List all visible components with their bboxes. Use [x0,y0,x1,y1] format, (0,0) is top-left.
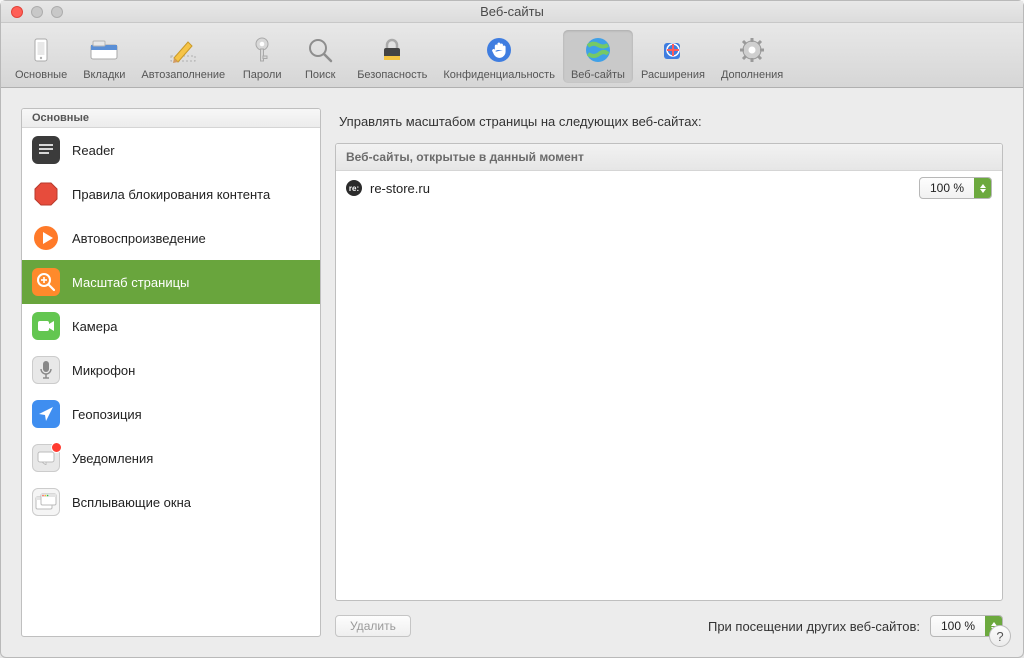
sidebar-item-camera[interactable]: Камера [22,304,320,348]
location-icon [32,400,60,428]
tab-passwords[interactable]: Пароли [233,30,291,83]
sidebar-item-notifications[interactable]: Уведомления [22,436,320,480]
sidebar-item-label: Уведомления [72,451,153,466]
tab-label: Расширения [641,69,705,81]
list-header: Веб-сайты, открытые в данный момент [336,144,1002,171]
lock-icon [376,34,408,66]
tab-label: Автозаполнение [141,69,225,81]
tab-label: Конфиденциальность [443,69,555,81]
titlebar: Веб-сайты [1,1,1023,23]
sidebar-header: Основные [22,109,320,128]
sidebar-item-label: Всплывающие окна [72,495,191,510]
main-panel: Управлять масштабом страницы на следующи… [335,108,1003,637]
tab-label: Пароли [243,69,282,81]
pencil-icon [167,34,199,66]
tabs-icon [88,34,120,66]
tab-privacy[interactable]: Конфиденциальность [435,30,563,83]
default-zoom-group: При посещении других веб-сайтов: 100 % [708,615,1003,637]
zoom-button[interactable] [51,6,63,18]
default-zoom-value: 100 % [931,619,985,633]
help-label: ? [996,629,1003,644]
popup-icon [32,488,60,516]
sidebar-item-label: Масштаб страницы [72,275,189,290]
websites-list: Веб-сайты, открытые в данный момент re: … [335,143,1003,601]
key-icon [246,34,278,66]
sidebar-item-label: Правила блокирования контента [72,187,270,202]
sidebar: Основные Reader Правила блокирования кон… [21,108,321,637]
tab-label: Поиск [305,69,335,81]
gear-icon [25,34,57,66]
microphone-icon [32,356,60,384]
site-info: re: re-store.ru [346,180,430,196]
preferences-window: Веб-сайты Основные Вкладки Автозаполнени… [0,0,1024,658]
zoom-value: 100 % [920,181,974,195]
tab-label: Дополнения [721,69,783,81]
camera-icon [32,312,60,340]
main-heading: Управлять масштабом страницы на следующи… [339,114,1003,129]
sidebar-item-content-blockers[interactable]: Правила блокирования контента [22,172,320,216]
default-zoom-label: При посещении других веб-сайтов: [708,619,920,634]
tab-extensions[interactable]: Расширения [633,30,713,83]
sidebar-item-label: Микрофон [72,363,135,378]
tab-advanced[interactable]: Дополнения [713,30,791,83]
traffic-lights [11,6,63,18]
delete-button[interactable]: Удалить [335,615,411,637]
stepper-icon [974,178,991,198]
sidebar-item-autoplay[interactable]: Автовоспроизведение [22,216,320,260]
tab-general[interactable]: Основные [7,30,75,83]
tab-label: Вкладки [83,69,125,81]
cog-icon [736,34,768,66]
content-area: Основные Reader Правила блокирования кон… [1,88,1023,657]
tab-security[interactable]: Безопасность [349,30,435,83]
tab-search[interactable]: Поиск [291,30,349,83]
sidebar-item-label: Автовоспроизведение [72,231,206,246]
sidebar-item-popups[interactable]: Всплывающие окна [22,480,320,524]
notification-icon [32,444,60,472]
sidebar-item-label: Reader [72,143,115,158]
search-icon [304,34,336,66]
tab-label: Основные [15,69,67,81]
tab-tabs[interactable]: Вкладки [75,30,133,83]
reader-icon [32,136,60,164]
tab-websites[interactable]: Веб-сайты [563,30,633,83]
notification-badge [51,442,62,453]
help-button[interactable]: ? [989,625,1011,647]
toolbar: Основные Вкладки Автозаполнение Пароли П… [1,23,1023,88]
sidebar-item-label: Геопозиция [72,407,142,422]
site-domain: re-store.ru [370,181,430,196]
window-title: Веб-сайты [1,1,1023,23]
play-icon [32,224,60,252]
tab-label: Веб-сайты [571,69,625,81]
site-row[interactable]: re: re-store.ru 100 % [336,171,1002,205]
hand-icon [483,34,515,66]
sidebar-item-reader[interactable]: Reader [22,128,320,172]
puzzle-icon [657,34,689,66]
close-button[interactable] [11,6,23,18]
tab-autofill[interactable]: Автозаполнение [133,30,233,83]
sidebar-item-microphone[interactable]: Микрофон [22,348,320,392]
tab-label: Безопасность [357,69,427,81]
zoom-icon [32,268,60,296]
zoom-select[interactable]: 100 % [919,177,992,199]
globe-icon [582,34,614,66]
sidebar-item-page-zoom[interactable]: Масштаб страницы [22,260,320,304]
sidebar-item-location[interactable]: Геопозиция [22,392,320,436]
sidebar-item-label: Камера [72,319,117,334]
stop-icon [32,180,60,208]
bottom-bar: Удалить При посещении других веб-сайтов:… [335,615,1003,637]
site-favicon: re: [346,180,362,196]
minimize-button[interactable] [31,6,43,18]
